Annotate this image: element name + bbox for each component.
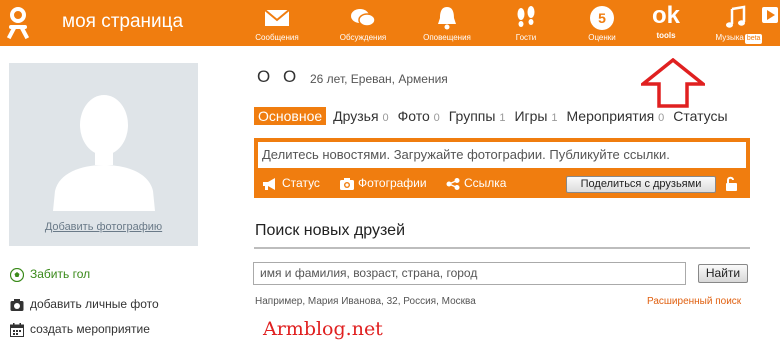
my-page-link[interactable]: моя страница	[62, 11, 183, 33]
sidebar-link-label: создать мероприятие	[30, 322, 150, 336]
tab-games[interactable]: Игры 1	[514, 108, 557, 124]
unlock-icon[interactable]	[725, 176, 739, 192]
nav-notifications[interactable]: Оповещения	[416, 0, 478, 46]
sidebar-link-score-goal[interactable]: Забить гол	[10, 265, 90, 283]
link-share-icon	[446, 177, 460, 190]
beta-badge: beta	[744, 34, 763, 44]
friend-search-title: Поиск новых друзей	[255, 222, 406, 239]
nav-label: Сообщения	[255, 33, 299, 42]
tab-main[interactable]: Основное	[254, 107, 327, 125]
rating-five-icon: 5	[590, 6, 614, 30]
nav-label: Обсуждения	[339, 33, 387, 42]
share-with-friends-button[interactable]: Поделиться с друзьями	[566, 176, 716, 193]
share-status-button[interactable]: Статус	[262, 176, 320, 190]
odnoklassniki-logo-icon[interactable]	[6, 7, 30, 40]
add-photo-link[interactable]: Добавить фотографию	[9, 221, 198, 233]
nav-label: tools	[656, 31, 676, 40]
nav-messages[interactable]: Сообщения	[250, 0, 304, 46]
friend-search-input[interactable]: имя и фамилия, возраст, страна, город	[253, 262, 686, 285]
advanced-search-link[interactable]: Расширенный поиск	[647, 296, 741, 307]
find-button[interactable]: Найти	[698, 264, 748, 283]
tab-friends[interactable]: Друзья 0	[333, 108, 388, 124]
profile-photo-placeholder[interactable]: Добавить фотографию	[9, 63, 198, 246]
nav-guests[interactable]: Гости	[506, 0, 546, 46]
avatar-silhouette-icon	[53, 95, 155, 211]
calendar-icon	[10, 322, 24, 337]
nav-label: Гости	[515, 33, 537, 42]
nav-ratings[interactable]: 5 Оценки	[580, 0, 624, 46]
profile-tabs: Основное Друзья 0 Фото 0 Группы 1 Игры 1 Меро…	[254, 107, 737, 129]
camera-icon	[10, 298, 24, 311]
ok-logo-text: ok	[651, 2, 680, 29]
top-navigation-bar: моя страница Сообщения Обсуждения Оповещ…	[0, 0, 780, 46]
envelope-icon	[264, 9, 290, 26]
red-arrow-annotation	[641, 58, 705, 108]
tab-statuses[interactable]: Статусы	[673, 108, 727, 124]
camera-icon	[340, 177, 354, 190]
search-example-hint: Например, Мария Иванова, 32, Россия, Мос…	[255, 296, 476, 307]
football-icon	[10, 267, 24, 282]
play-icon[interactable]	[762, 7, 778, 23]
footprints-icon	[517, 6, 535, 27]
profile-name: О О	[257, 67, 301, 86]
sidebar-link-label: Забить гол	[30, 267, 91, 281]
nav-discussions[interactable]: Обсуждения	[332, 0, 394, 46]
megaphone-icon	[263, 177, 275, 190]
tab-groups[interactable]: Группы 1	[449, 108, 506, 124]
tab-events[interactable]: Мероприятия 0	[566, 108, 664, 124]
nav-label: Оценки	[588, 33, 616, 42]
nav-label: Оповещения	[423, 33, 471, 42]
watermark: Armblog.net	[263, 318, 383, 340]
divider	[254, 247, 750, 249]
svg-text:5: 5	[598, 10, 606, 26]
chat-bubbles-icon	[351, 9, 376, 27]
share-photos-button[interactable]: Фотографии	[340, 176, 427, 190]
share-link-button[interactable]: Ссылка	[446, 176, 506, 190]
tab-photos[interactable]: Фото 0	[398, 108, 440, 124]
bell-icon	[438, 7, 456, 30]
nav-ok-tools[interactable]: ok tools	[644, 0, 688, 46]
nav-label: Музыка	[715, 33, 744, 42]
music-note-icon	[726, 5, 746, 28]
share-input[interactable]: Делитесь новостями. Загружайте фотографи…	[258, 142, 746, 168]
profile-info: 26 лет, Ереван, Армения	[310, 72, 448, 86]
sidebar-link-label: добавить личные фото	[30, 297, 159, 311]
profile-sidebar: Добавить фотографию	[9, 63, 198, 246]
sidebar-link-create-event[interactable]: создать мероприятие	[10, 320, 150, 338]
sidebar-link-add-photos[interactable]: добавить личные фото	[10, 295, 159, 313]
